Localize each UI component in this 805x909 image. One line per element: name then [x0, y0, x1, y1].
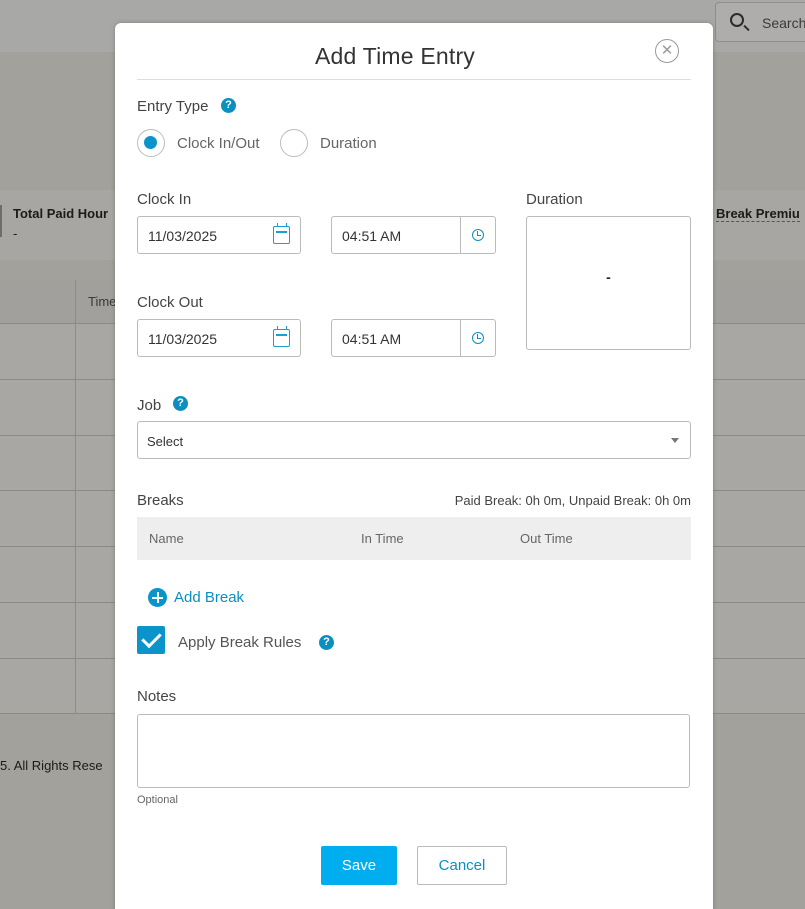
close-icon[interactable]: ✕ [655, 39, 679, 63]
job-select[interactable]: Select [137, 421, 691, 459]
search-placeholder: Search [762, 15, 805, 31]
clock-icon [472, 332, 484, 344]
title-divider [137, 79, 691, 80]
breaks-table-header: Name In Time Out Time [137, 517, 691, 560]
entry-type-label: Entry Type [137, 98, 209, 115]
duration-display: - [526, 216, 691, 350]
breaks-column-in-time: In Time [361, 531, 404, 546]
cancel-button[interactable]: Cancel [417, 846, 507, 885]
clock-out-time-value: 04:51 AM [342, 331, 402, 347]
radio-duration[interactable] [280, 129, 308, 157]
table-header-time: Time [88, 294, 117, 309]
clock-in-date-value: 11/03/2025 [148, 228, 218, 244]
radio-duration-label[interactable]: Duration [320, 135, 377, 152]
job-select-value: Select [147, 434, 184, 449]
duration-value: - [606, 269, 611, 285]
search-icon [730, 13, 744, 27]
help-icon[interactable]: ? [319, 635, 334, 650]
save-button[interactable]: Save [321, 846, 397, 885]
clock-out-date-field[interactable]: 11/03/2025 [137, 319, 301, 357]
clock-in-date-field[interactable]: 11/03/2025 [137, 216, 301, 254]
notes-textarea[interactable] [137, 714, 690, 788]
calendar-icon[interactable] [273, 326, 290, 347]
add-break-label: Add Break [174, 589, 245, 606]
breaks-column-name: Name [149, 531, 184, 546]
radio-clock-in-out-label[interactable]: Clock In/Out [177, 135, 260, 152]
clock-out-label: Clock Out [137, 294, 203, 311]
dialog-title: Add Time Entry [314, 43, 476, 69]
notes-hint: Optional [137, 794, 178, 806]
clock-out-time-field[interactable]: 04:51 AM [331, 319, 496, 357]
breaks-label: Breaks [137, 492, 184, 509]
clock-out-date-value: 11/03/2025 [148, 331, 218, 347]
chevron-down-icon [671, 438, 679, 443]
footer-copyright: 5. All Rights Rese [0, 758, 103, 773]
clock-in-time-value: 04:51 AM [342, 228, 402, 244]
total-paid-hours-label: Total Paid Hour [13, 206, 109, 221]
table-column-divider [75, 280, 76, 714]
clock-in-time-field[interactable]: 04:51 AM [331, 216, 496, 254]
clock-in-label: Clock In [137, 191, 192, 208]
apply-break-rules-checkbox[interactable] [137, 626, 165, 654]
apply-break-rules-label[interactable]: Apply Break Rules [178, 634, 301, 651]
help-icon[interactable]: ? [221, 98, 236, 113]
summary-divider [0, 205, 2, 237]
clock-out-time-picker-button[interactable] [460, 320, 495, 356]
plus-circle-icon [148, 588, 167, 607]
calendar-icon[interactable] [273, 223, 290, 244]
duration-label: Duration [526, 191, 583, 208]
radio-clock-in-out[interactable] [137, 129, 165, 157]
breaks-column-out-time: Out Time [520, 531, 573, 546]
break-summary: Paid Break: 0h 0m, Unpaid Break: 0h 0m [454, 493, 691, 508]
notes-label: Notes [137, 688, 177, 705]
search-box[interactable]: Search [715, 2, 805, 42]
clock-icon [472, 229, 484, 241]
help-icon[interactable]: ? [173, 396, 188, 411]
total-paid-hours-value: - [13, 226, 18, 241]
break-premium-label: Break Premiu [716, 206, 800, 222]
job-label: Job [137, 397, 162, 414]
clock-in-time-picker-button[interactable] [460, 217, 495, 253]
add-time-entry-dialog: Add Time Entry ✕ Entry Type ? Clock In/O… [115, 23, 713, 909]
